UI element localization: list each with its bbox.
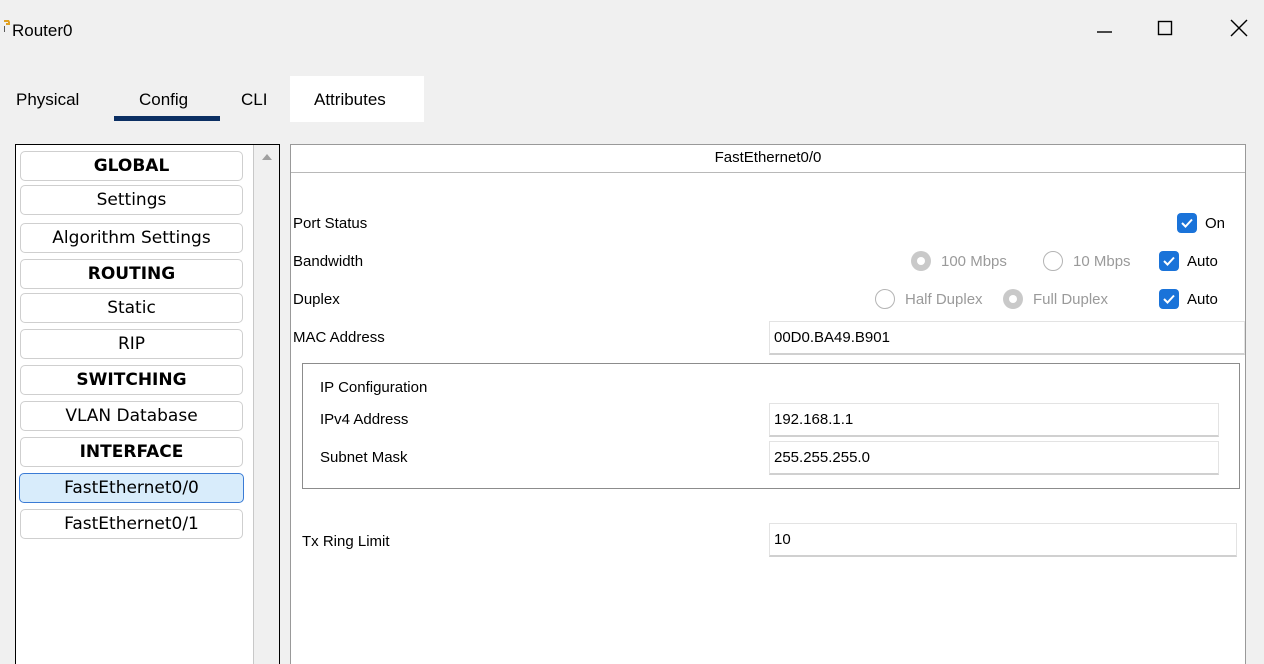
duplex-full-radio[interactable] — [1003, 289, 1023, 309]
sidebar-item-vlan-database[interactable]: VLAN Database — [20, 401, 243, 431]
tx-ring-limit-label: Tx Ring Limit — [302, 533, 390, 550]
tab-attributes[interactable]: Attributes — [314, 90, 386, 110]
scroll-up-icon[interactable] — [262, 154, 272, 160]
title-bar: Router0 — [0, 0, 1264, 60]
bandwidth-100-label: 100 Mbps — [941, 253, 1007, 270]
tab-physical[interactable]: Physical — [16, 90, 79, 110]
tab-cli[interactable]: CLI — [241, 90, 267, 110]
close-button[interactable] — [1214, 6, 1264, 50]
bandwidth-auto-label: Auto — [1187, 253, 1218, 270]
duplex-half-label: Half Duplex — [905, 291, 983, 308]
close-icon — [1230, 19, 1248, 37]
sidebar-item-rip[interactable]: RIP — [20, 329, 243, 359]
duplex-auto-checkbox[interactable] — [1159, 289, 1179, 309]
ipv4-address-field[interactable]: 192.168.1.1 — [769, 403, 1219, 437]
subnet-mask-label: Subnet Mask — [320, 449, 408, 466]
mac-address-label: MAC Address — [293, 329, 385, 346]
subnet-mask-field[interactable]: 255.255.255.0 — [769, 441, 1219, 475]
bandwidth-100-radio[interactable] — [911, 251, 931, 271]
maximize-icon — [1157, 20, 1173, 36]
mac-address-field[interactable]: 00D0.BA49.B901 — [769, 321, 1245, 355]
duplex-half-radio[interactable] — [875, 289, 895, 309]
duplex-full-label: Full Duplex — [1033, 291, 1109, 308]
tx-ring-limit-field[interactable]: 10 — [769, 523, 1237, 557]
active-tab-indicator — [114, 116, 220, 121]
maximize-button[interactable] — [1140, 6, 1190, 50]
checkmark-icon — [1181, 218, 1193, 228]
tab-bar: Physical Config CLI — [0, 60, 1264, 122]
bandwidth-10-radio[interactable] — [1043, 251, 1063, 271]
sidebar: GLOBAL Settings Algorithm Settings ROUTI… — [15, 144, 280, 664]
bandwidth-10-label: 10 Mbps — [1073, 253, 1131, 270]
sidebar-item-algorithm-settings[interactable]: Algorithm Settings — [20, 223, 243, 253]
window-title: Router0 — [12, 21, 73, 40]
sidebar-header-interface[interactable]: INTERFACE — [20, 437, 243, 467]
sidebar-item-static[interactable]: Static — [20, 293, 243, 323]
ip-configuration-title: IP Configuration — [320, 379, 428, 396]
router-app-icon — [4, 20, 10, 32]
minimize-button[interactable] — [1080, 6, 1130, 50]
sidebar-header-routing[interactable]: ROUTING — [20, 259, 243, 289]
sidebar-item-fastethernet0-1[interactable]: FastEthernet0/1 — [20, 509, 243, 539]
minimize-icon — [1097, 31, 1112, 33]
duplex-auto-label: Auto — [1187, 291, 1218, 308]
panel-title: FastEthernet0/0 — [291, 145, 1245, 173]
port-status-checkbox[interactable] — [1177, 213, 1197, 233]
port-status-label: Port Status — [293, 215, 368, 232]
port-status-on-label: On — [1205, 215, 1226, 232]
checkmark-icon — [1163, 256, 1175, 266]
sidebar-scrollbar[interactable] — [253, 145, 279, 664]
tab-config[interactable]: Config — [139, 90, 188, 110]
sidebar-item-settings[interactable]: Settings — [20, 185, 243, 215]
checkmark-icon — [1163, 294, 1175, 304]
sidebar-item-fastethernet0-0[interactable]: FastEthernet0/0 — [19, 473, 244, 503]
interface-panel: FastEthernet0/0 Port Status On Bandwidth… — [290, 144, 1246, 664]
duplex-label: Duplex — [293, 291, 340, 308]
ipv4-address-label: IPv4 Address — [320, 411, 409, 428]
ip-configuration-group: IP Configuration IPv4 Address 192.168.1.… — [302, 363, 1240, 489]
bandwidth-label: Bandwidth — [293, 253, 364, 270]
bandwidth-auto-checkbox[interactable] — [1159, 251, 1179, 271]
tab-attributes-bg: Attributes — [290, 76, 424, 122]
sidebar-header-global[interactable]: GLOBAL — [20, 151, 243, 181]
sidebar-header-switching[interactable]: SWITCHING — [20, 365, 243, 395]
